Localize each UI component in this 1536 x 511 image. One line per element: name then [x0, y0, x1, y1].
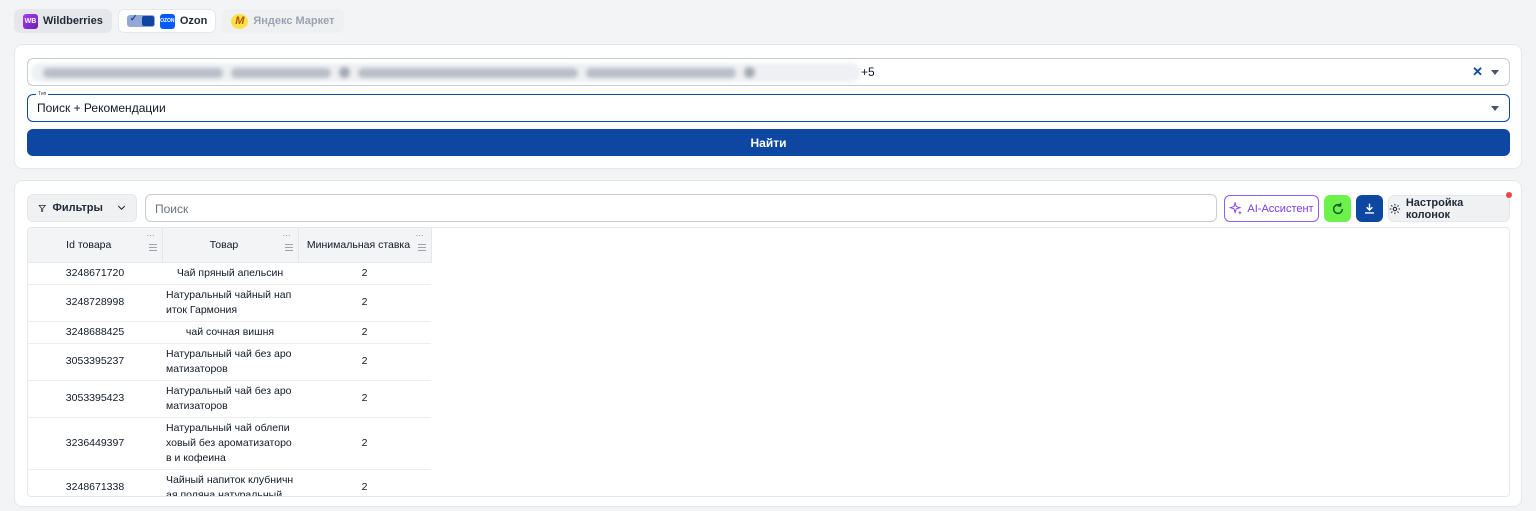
- cell-product: Натуральный чай облепиховый без ароматиз…: [166, 421, 292, 464]
- type-select-value: Поиск + Рекомендации: [37, 101, 166, 115]
- cell-product: Натуральный чай без ароматизаторов: [166, 347, 292, 375]
- cell-min-bid: 2: [298, 284, 431, 322]
- chevron-down-icon: [117, 205, 126, 211]
- cell-min-bid: 2: [298, 469, 431, 496]
- table-search-input[interactable]: Поиск: [145, 194, 1217, 222]
- filters-button[interactable]: Фильтры: [27, 194, 137, 222]
- more-products-count: +5: [861, 65, 875, 79]
- products-multiselect[interactable]: +5 ✕: [27, 58, 1510, 86]
- cell-min-bid: 2: [298, 417, 431, 470]
- yandex-market-logo-icon: M: [231, 13, 249, 29]
- notification-dot: [1506, 192, 1512, 198]
- results-table: Id товара ··· Товар ··· Минимальная ставка…: [27, 227, 1510, 497]
- cell-min-bid: 2: [298, 343, 431, 381]
- chevron-down-icon[interactable]: [1491, 106, 1499, 111]
- download-button[interactable]: [1356, 195, 1383, 222]
- type-select[interactable]: Тип Поиск + Рекомендации: [27, 90, 1510, 122]
- column-menu-icon[interactable]: ···: [416, 231, 424, 240]
- cell-product: Натуральный чай без ароматизаторов: [166, 384, 292, 412]
- cell-min-bid: 2: [298, 321, 431, 344]
- selected-products-chips: [31, 63, 861, 82]
- cell-id: 3053395237: [28, 343, 162, 381]
- check-icon: ✓: [129, 13, 138, 23]
- cell-product: Натуральный чайный напиток Гармония: [166, 288, 292, 316]
- cell-product: Чайный напиток клубничная поляна натурал…: [166, 473, 294, 497]
- cell-id: 3248688425: [28, 321, 162, 344]
- ai-assistant-button[interactable]: AI-Ассистент: [1224, 195, 1319, 222]
- gear-icon: [1389, 203, 1401, 214]
- type-legend: Тип: [36, 90, 49, 98]
- marketplace-tabs: WB Wildberries ✓ OZON Ozon M Яндекс Марк…: [14, 9, 344, 33]
- column-header-min-bid[interactable]: Минимальная ставка ···: [298, 228, 432, 263]
- tab-yandex-market[interactable]: M Яндекс Маркет: [222, 9, 344, 33]
- column-header-id[interactable]: Id товара ···: [28, 228, 163, 263]
- cell-product: чай сочная вишня: [162, 321, 298, 344]
- ozon-toggle[interactable]: ✓: [126, 13, 155, 27]
- tab-wildberries-label: Wildberries: [43, 15, 103, 27]
- tab-ozon[interactable]: ✓ OZON Ozon: [117, 9, 217, 33]
- download-icon: [1365, 203, 1374, 214]
- columns-settings-button[interactable]: Настройка колонок: [1388, 195, 1510, 222]
- cell-id: 3236449397: [28, 417, 162, 470]
- table-header-row: Id товара ··· Товар ··· Минимальная ставка…: [28, 228, 432, 263]
- wildberries-logo-icon: WB: [23, 13, 38, 29]
- search-placeholder: Поиск: [155, 202, 189, 216]
- cell-id: 3248671338: [28, 469, 162, 496]
- columns-settings-label: Настройка колонок: [1405, 196, 1464, 221]
- table-row[interactable]: 3248688425 чай сочная вишня 2: [28, 321, 431, 344]
- table-row[interactable]: 3053395423 Натуральный чай без ароматиза…: [28, 380, 431, 418]
- search-form-card: +5 ✕ Тип Поиск + Рекомендации Найти: [14, 44, 1522, 169]
- filters-label: Фильтры: [52, 202, 103, 214]
- cell-id: 3053395423: [28, 380, 162, 418]
- find-button[interactable]: Найти: [27, 129, 1510, 156]
- table-row[interactable]: 3053395237 Натуральный чай без ароматиза…: [28, 343, 431, 381]
- ai-assistant-label: AI-Ассистент: [1247, 202, 1314, 215]
- table-row[interactable]: 3236449397 Натуральный чай облепиховый б…: [28, 417, 431, 470]
- ozon-logo-icon: OZON: [159, 13, 175, 29]
- refresh-button[interactable]: [1324, 195, 1351, 222]
- column-header-product[interactable]: Товар ···: [162, 228, 299, 263]
- sparkle-icon: [1229, 201, 1243, 215]
- column-drag-icon[interactable]: [148, 244, 157, 251]
- cell-min-bid: 2: [298, 380, 431, 418]
- cell-id: 3248671720: [28, 262, 162, 285]
- column-menu-icon[interactable]: ···: [147, 231, 155, 240]
- table-row[interactable]: 3248671338 Чайный напиток клубничная пол…: [28, 469, 431, 497]
- table-row[interactable]: 3248671720 Чай пряный апельсин 2: [28, 262, 431, 285]
- column-drag-icon[interactable]: [284, 244, 293, 251]
- tab-yandex-market-label: Яндекс Маркет: [253, 15, 335, 27]
- results-card: Фильтры Поиск AI-Ассистент Настройка кол…: [14, 180, 1522, 507]
- cell-min-bid: 2: [298, 262, 431, 285]
- refresh-icon: [1332, 202, 1343, 214]
- chevron-down-icon[interactable]: [1491, 70, 1499, 75]
- filter-icon: [38, 204, 46, 212]
- cell-id: 3248728998: [28, 284, 162, 322]
- column-menu-icon[interactable]: ···: [283, 231, 291, 240]
- clear-icon[interactable]: ✕: [1472, 64, 1483, 80]
- column-drag-icon[interactable]: [417, 244, 426, 251]
- tab-wildberries[interactable]: WB Wildberries: [14, 9, 112, 33]
- cell-product: Чай пряный апельсин: [162, 262, 298, 285]
- table-row[interactable]: 3248728998 Натуральный чайный напиток Га…: [28, 284, 431, 322]
- tab-ozon-label: Ozon: [179, 15, 208, 27]
